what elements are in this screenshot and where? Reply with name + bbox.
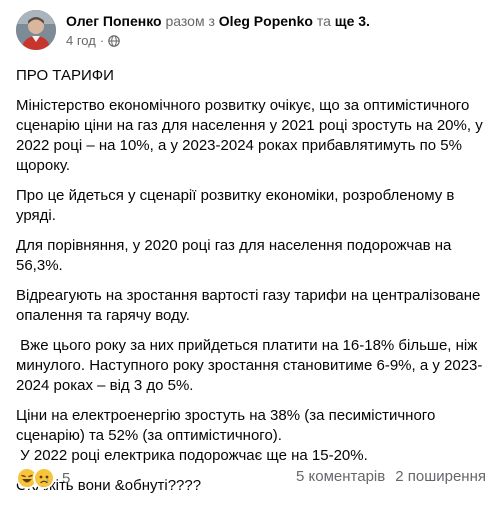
post-paragraph: ПРО ТАРИФИ [16, 67, 114, 84]
post-body: ПРО ТАРИФИ Міністерство економічного роз… [16, 66, 490, 506]
reactions-count[interactable]: 5 [62, 470, 70, 487]
tagged-others[interactable]: ще 3. [335, 13, 370, 29]
post-footer: 5 5 коментарів 2 поширення [16, 464, 486, 492]
and-text: та [316, 13, 331, 29]
comments-count[interactable]: 5 коментарів [296, 468, 385, 485]
post-paragraph: Ціни на електроенергію зростуть на 38% (… [16, 407, 436, 464]
with-text: разом з [165, 13, 215, 29]
sad-reaction-icon [33, 467, 55, 489]
post-paragraph: Для порівняння, у 2020 році газ для насе… [16, 237, 452, 274]
separator-dot: · [99, 33, 105, 48]
tagged-user[interactable]: Oleg Popenko [219, 13, 313, 29]
post-paragraph: Відреагують на зростання вартості газу т… [16, 287, 481, 324]
post-paragraph: Про це йдеться у сценарії розвитку еконо… [16, 187, 455, 224]
post-paragraph: Вже цього року за них прийдеться платити… [16, 337, 483, 394]
avatar[interactable] [16, 10, 56, 50]
reactions-summary[interactable]: 5 [16, 467, 70, 489]
post-paragraph: Міністерство економічного розвитку очіку… [16, 97, 483, 174]
post-time[interactable]: 4 год [66, 33, 96, 49]
author-name[interactable]: Олег Попенко [66, 13, 162, 29]
post-header: Олег Попенко разом з Oleg Popenko та ще … [16, 10, 486, 54]
globe-icon[interactable] [108, 35, 120, 47]
shares-count[interactable]: 2 поширення [395, 468, 486, 485]
